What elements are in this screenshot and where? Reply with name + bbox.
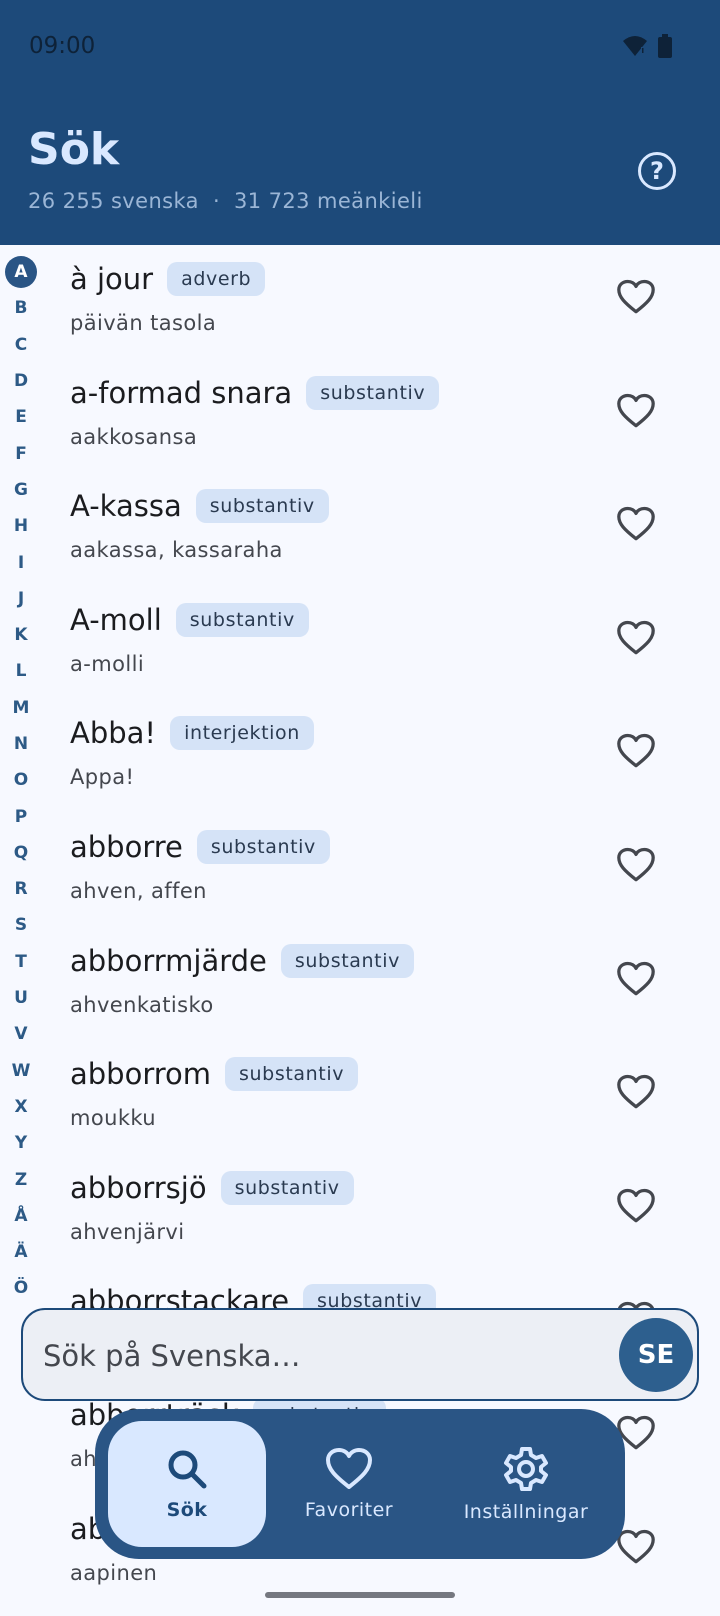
word-line: à jour adverb <box>70 262 266 296</box>
heart-outline-icon <box>617 961 655 995</box>
search-bar[interactable]: SE <box>21 1308 699 1401</box>
part-of-speech-chip: interjektion <box>170 716 314 751</box>
list-item[interactable]: A-moll substantiv a-molli <box>0 586 720 700</box>
word-headword: abborre <box>70 830 183 864</box>
favorite-button[interactable] <box>612 616 660 660</box>
part-of-speech-chip: adverb <box>167 262 266 296</box>
part-of-speech-chip: substantiv <box>306 375 440 410</box>
favorite-button[interactable] <box>612 502 660 546</box>
nav-item-settings[interactable]: Inställningar <box>445 1421 607 1547</box>
list-item[interactable]: abborrsjö substantiv ahvenjärvi <box>0 1154 720 1268</box>
word-translation: ahven, affen <box>70 879 207 903</box>
heart-outline-icon <box>617 734 655 768</box>
word-headword: abborrsjö <box>70 1170 207 1205</box>
heart-outline-icon <box>617 1075 655 1109</box>
favorite-button[interactable] <box>612 1184 660 1228</box>
favorite-button[interactable] <box>612 275 660 319</box>
search-icon <box>168 1450 207 1489</box>
gear-icon <box>504 1447 548 1491</box>
list-item[interactable]: A-kassa substantiv aakassa, kassaraha <box>0 472 720 586</box>
help-circle-icon[interactable]: ? <box>638 152 676 190</box>
list-item[interactable]: abborre substantiv ahven, affen <box>0 813 720 927</box>
heart-outline-icon <box>617 847 655 882</box>
favorite-button[interactable] <box>612 1070 660 1114</box>
part-of-speech-chip: substantiv <box>220 1170 354 1205</box>
word-line: abborrmjärde substantiv <box>70 943 414 978</box>
part-of-speech-chip: substantiv <box>280 943 414 978</box>
word-line: abborrom substantiv <box>70 1057 359 1092</box>
word-headword: à jour <box>70 262 154 296</box>
heart-outline-icon <box>617 1529 655 1563</box>
bottom-nav: Sök Favoriter Inställningar <box>95 1409 625 1559</box>
word-translation: moukku <box>70 1106 157 1131</box>
part-of-speech-chip: substantiv <box>195 489 329 524</box>
favorite-button[interactable] <box>612 729 660 773</box>
stats-meankieli: 31 723 meänkieli <box>234 189 423 213</box>
status-time: 09:00 <box>29 33 96 59</box>
word-line: A-moll substantiv <box>70 602 309 637</box>
word-headword: abborrom <box>70 1057 212 1092</box>
word-headword: A-kassa <box>70 489 182 524</box>
nav-label-search: Sök <box>166 1499 208 1521</box>
part-of-speech-chip: substantiv <box>225 1057 359 1092</box>
favorite-button[interactable] <box>612 389 660 433</box>
dictionary-stats: 26 255 svenska · 31 723 meänkieli <box>28 189 423 213</box>
word-headword: a-formad snara <box>70 375 293 410</box>
part-of-speech-chip: substantiv <box>175 602 309 637</box>
part-of-speech-chip: substantiv <box>196 830 330 864</box>
language-toggle-button[interactable]: SE <box>619 1318 693 1392</box>
word-translation: a-molli <box>70 651 145 676</box>
word-line: abborre substantiv <box>70 830 330 864</box>
wifi-icon <box>623 36 647 56</box>
nav-item-favorites[interactable]: Favoriter <box>280 1421 418 1547</box>
word-translation: aakassa, kassaraha <box>70 538 283 563</box>
app-header: 09:00 Sök 26 255 svenska · 31 723 meänki… <box>0 0 720 245</box>
battery-icon <box>658 34 672 58</box>
heart-outline-icon <box>617 393 655 427</box>
heart-outline-icon <box>617 507 655 541</box>
heart-outline-icon <box>617 620 655 655</box>
search-input[interactable] <box>43 1336 593 1376</box>
nav-item-search[interactable]: Sök <box>108 1421 266 1547</box>
heart-outline-icon <box>617 1188 655 1223</box>
list-item[interactable]: a-formad snara substantiv aakkosansa <box>0 359 720 473</box>
stats-swedish: 26 255 svenska <box>28 189 199 213</box>
heart-outline-icon <box>617 279 655 314</box>
list-item[interactable]: abborrmjärde substantiv ahvenkatisko <box>0 927 720 1041</box>
nav-label-settings: Inställningar <box>463 1501 589 1523</box>
word-headword: A-moll <box>70 602 162 637</box>
word-translation: ahvenkatisko <box>70 992 214 1017</box>
word-translation: ahvenjärvi <box>70 1219 185 1244</box>
list-item[interactable]: abborrom substantiv moukku <box>0 1040 720 1154</box>
word-translation: aakkosansa <box>70 424 198 449</box>
word-line: a-formad snara substantiv <box>70 375 440 410</box>
word-line: A-kassa substantiv <box>70 489 329 524</box>
status-icons <box>622 34 672 58</box>
stats-separator: · <box>212 189 221 213</box>
favorite-button[interactable] <box>612 843 660 887</box>
word-line: abborrsjö substantiv <box>70 1170 354 1205</box>
word-headword: abborrmjärde <box>70 943 267 978</box>
word-translation: Appa! <box>70 765 135 790</box>
heart-icon <box>326 1448 372 1489</box>
favorite-button[interactable] <box>612 957 660 1001</box>
word-translation: päivän tasola <box>70 311 217 335</box>
word-translation: aapinen <box>70 1560 158 1585</box>
nav-label-favorites: Favoriter <box>304 1499 394 1521</box>
word-line: Abba! interjektion <box>70 716 314 751</box>
help-glyph: ? <box>650 157 664 185</box>
home-indicator <box>265 1592 455 1598</box>
list-item[interactable]: à jour adverb päivän tasola <box>0 245 720 359</box>
page-title: Sök <box>28 124 120 175</box>
word-headword: Abba! <box>70 716 157 751</box>
list-item[interactable]: Abba! interjektion Appa! <box>0 699 720 813</box>
